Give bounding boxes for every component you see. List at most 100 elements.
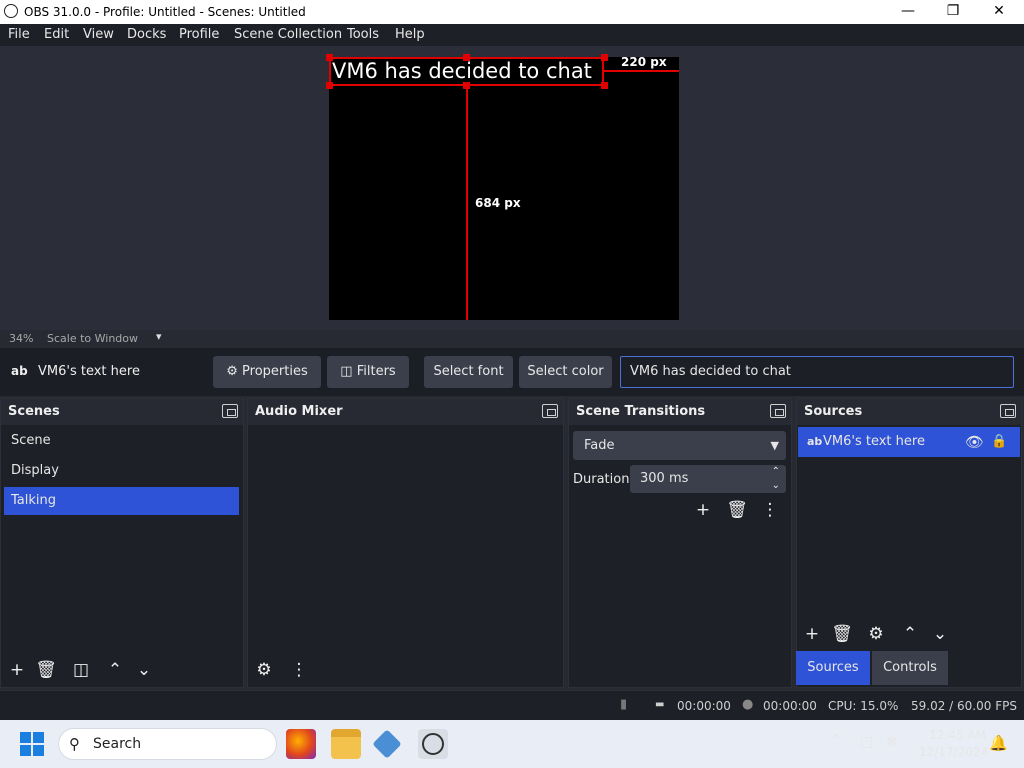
gear-icon: ⚙ xyxy=(226,364,238,379)
resize-handle[interactable] xyxy=(601,54,608,61)
transitions-title: Scene Transitions xyxy=(576,404,706,419)
select-color-button[interactable]: Select color xyxy=(519,356,612,388)
clock-time[interactable]: 12:45 AM xyxy=(929,728,986,742)
chevron-down-icon: ▼ xyxy=(770,439,779,452)
zoom-mode[interactable]: Scale to Window xyxy=(47,332,138,345)
source-label: VM6's text here xyxy=(823,434,925,449)
remove-scene-icon[interactable]: 🗑 xyxy=(33,657,59,683)
remove-transition-icon[interactable]: 🗑 xyxy=(724,497,750,523)
source-item[interactable]: ab VM6's text here 👁 🔒 xyxy=(798,427,1020,457)
scene-item[interactable]: Display xyxy=(4,457,239,485)
menu-edit[interactable]: Edit xyxy=(44,27,69,42)
duration-value: 300 ms xyxy=(640,471,689,486)
window-title: OBS 31.0.0 - Profile: Untitled - Scenes:… xyxy=(24,5,306,19)
taskbar-search[interactable]: ⚲ Search xyxy=(58,728,277,760)
close-button[interactable]: ✕ xyxy=(976,0,1022,24)
undock-icon[interactable] xyxy=(1000,404,1016,418)
sources-title: Sources xyxy=(804,404,863,419)
distance-guide-vertical xyxy=(466,86,468,320)
maximize-button[interactable]: ❐ xyxy=(930,0,976,24)
file-explorer-icon[interactable] xyxy=(331,729,361,759)
scene-filters-icon[interactable]: ◫ xyxy=(68,657,94,683)
add-source-icon[interactable]: + xyxy=(799,621,825,647)
remove-source-icon[interactable]: 🗑 xyxy=(829,621,855,647)
menu-help[interactable]: Help xyxy=(395,27,425,42)
audio-mixer-header: Audio Mixer xyxy=(248,399,563,425)
selected-source-label: VM6's text here xyxy=(38,364,140,379)
search-label: Search xyxy=(93,736,142,752)
chevron-down-icon[interactable]: ▾ xyxy=(156,330,162,343)
clock-date[interactable]: 12/17/2024 xyxy=(919,745,988,759)
transition-more-icon[interactable]: ⋮ xyxy=(757,497,783,523)
text-source-icon: ab xyxy=(807,435,823,448)
add-scene-icon[interactable]: + xyxy=(4,657,30,683)
spin-down-icon[interactable]: ⌄ xyxy=(772,472,780,500)
scene-item[interactable]: Scene xyxy=(4,427,239,455)
transition-select[interactable]: Fade ▼ xyxy=(573,431,786,460)
preview-canvas[interactable] xyxy=(329,57,679,320)
select-font-button[interactable]: Select font xyxy=(424,356,513,388)
text-input[interactable]: VM6 has decided to chat xyxy=(620,356,1014,388)
undock-icon[interactable] xyxy=(542,404,558,418)
search-icon: ⚲ xyxy=(69,735,80,753)
advanced-audio-icon[interactable]: ⚙ xyxy=(251,657,277,683)
move-up-icon[interactable]: ⌃ xyxy=(897,621,923,647)
obs-logo-icon xyxy=(4,4,18,18)
title-bar: OBS 31.0.0 - Profile: Untitled - Scenes:… xyxy=(0,0,1024,24)
menu-tools[interactable]: Tools xyxy=(347,27,379,42)
distance-label-horizontal: 220 px xyxy=(621,55,667,69)
windows-start-icon[interactable] xyxy=(20,732,44,756)
undock-icon[interactable] xyxy=(222,404,238,418)
network-icon[interactable]: □ xyxy=(860,734,873,750)
undock-icon[interactable] xyxy=(770,404,786,418)
eye-icon[interactable]: 👁 xyxy=(965,427,984,457)
move-down-icon[interactable]: ⌄ xyxy=(927,621,953,647)
sources-header: Sources xyxy=(797,399,1021,425)
tab-controls[interactable]: Controls xyxy=(872,651,948,685)
duration-label: Duration xyxy=(573,472,630,487)
source-properties-icon[interactable]: ⚙ xyxy=(863,621,889,647)
menu-file[interactable]: File xyxy=(8,27,30,42)
obs-taskbar-icon[interactable] xyxy=(418,729,448,759)
tab-sources[interactable]: Sources xyxy=(796,651,870,685)
volume-muted-icon[interactable]: ⊗ xyxy=(886,734,898,750)
scenes-title: Scenes xyxy=(8,404,60,419)
transition-selected: Fade xyxy=(584,438,615,453)
chevron-up-icon[interactable]: ⌃ xyxy=(831,732,843,748)
stream-time: 00:00:00 xyxy=(677,699,731,713)
add-transition-icon[interactable]: + xyxy=(690,497,716,523)
notification-bell-icon[interactable]: 🔔 xyxy=(989,734,1008,752)
duration-spinbox[interactable]: 300 ms ⌃ ⌄ xyxy=(630,465,786,493)
stream-icon: ▬ xyxy=(655,699,665,710)
transitions-header: Scene Transitions xyxy=(569,399,791,425)
filter-icon: ◫ xyxy=(340,364,353,379)
resize-handle[interactable] xyxy=(601,82,608,89)
properties-button[interactable]: ⚙ Properties xyxy=(213,356,321,388)
distance-label-vertical: 684 px xyxy=(475,196,521,210)
menu-profile[interactable]: Profile xyxy=(179,27,219,42)
zoom-bar: 34% Scale to Window ▾ xyxy=(0,330,1024,348)
firefox-icon[interactable] xyxy=(286,729,316,759)
more-menu-icon[interactable]: ⋮ xyxy=(286,657,312,683)
move-down-icon[interactable]: ⌄ xyxy=(131,657,157,683)
scene-item-selected[interactable]: Talking xyxy=(4,487,239,515)
audio-mixer-dock: Audio Mixer xyxy=(247,398,564,688)
resize-handle[interactable] xyxy=(463,54,470,61)
fps-readout: 59.02 / 60.00 FPS xyxy=(911,699,1017,713)
menu-bar: File Edit View Docks Profile Scene Colle… xyxy=(0,24,1024,46)
audio-mixer-title: Audio Mixer xyxy=(255,404,343,419)
minimize-button[interactable]: — xyxy=(885,0,931,24)
filters-button[interactable]: ◫ Filters xyxy=(327,356,409,388)
lock-icon[interactable]: 🔒 xyxy=(991,427,1007,457)
resize-handle[interactable] xyxy=(326,82,333,89)
text-source-icon: ab xyxy=(11,364,28,378)
move-up-icon[interactable]: ⌃ xyxy=(102,657,128,683)
obs-logo-icon xyxy=(422,733,444,755)
menu-view[interactable]: View xyxy=(83,27,114,42)
menu-scene-collection[interactable]: Scene Collection xyxy=(234,27,342,42)
filters-label: Filters xyxy=(356,364,396,379)
status-bar: ▮ ▬ 00:00:00 ● 00:00:00 CPU: 15.0% 59.02… xyxy=(0,690,1024,720)
menu-docks[interactable]: Docks xyxy=(127,27,166,42)
resize-handle[interactable] xyxy=(326,54,333,61)
scenes-header: Scenes xyxy=(1,399,243,425)
